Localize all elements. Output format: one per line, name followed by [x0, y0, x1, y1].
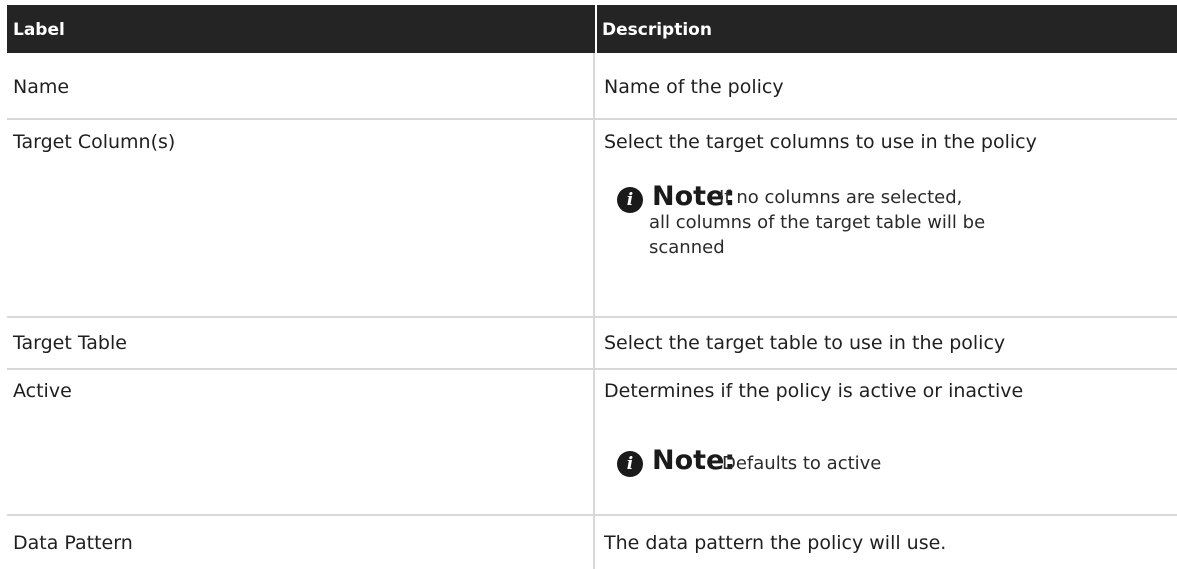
table-row: Target Table Select the target table to … — [7, 318, 1177, 370]
note-text-line: If no columns are selected, — [719, 187, 963, 208]
info-icon: i — [617, 451, 643, 477]
table-row: Target Column(s) Select the target colum… — [7, 120, 1177, 318]
table-row: Name Name of the policy — [7, 53, 1177, 120]
row-label: Name — [13, 76, 70, 98]
info-icon: i — [617, 187, 643, 213]
row-label: Data Pattern — [13, 532, 133, 554]
note-text-line: scanned — [649, 237, 725, 258]
column-divider — [593, 120, 595, 318]
row-label: Target Table — [13, 332, 127, 354]
table-row: Active Determines if the policy is activ… — [7, 370, 1177, 516]
column-divider — [593, 318, 595, 370]
header-description: Description — [602, 20, 712, 40]
table-row: Data Pattern The data pattern the policy… — [7, 516, 1177, 569]
table-header: Label Description — [7, 5, 1177, 53]
row-label: Active — [13, 380, 72, 402]
note-text-line: Defaults to active — [722, 453, 882, 474]
header-divider — [595, 5, 597, 53]
row-description: The data pattern the policy will use. — [604, 532, 947, 554]
row-description: Select the target columns to use in the … — [604, 131, 1037, 153]
column-divider — [593, 370, 595, 516]
column-divider — [593, 53, 595, 120]
row-description: Name of the policy — [604, 76, 784, 98]
row-label: Target Column(s) — [13, 131, 176, 153]
row-description: Determines if the policy is active or in… — [604, 380, 1024, 402]
row-description: Select the target table to use in the po… — [604, 332, 1006, 354]
note-text-line: all columns of the target table will be — [649, 212, 986, 233]
header-label: Label — [13, 20, 65, 40]
column-divider — [593, 516, 595, 569]
